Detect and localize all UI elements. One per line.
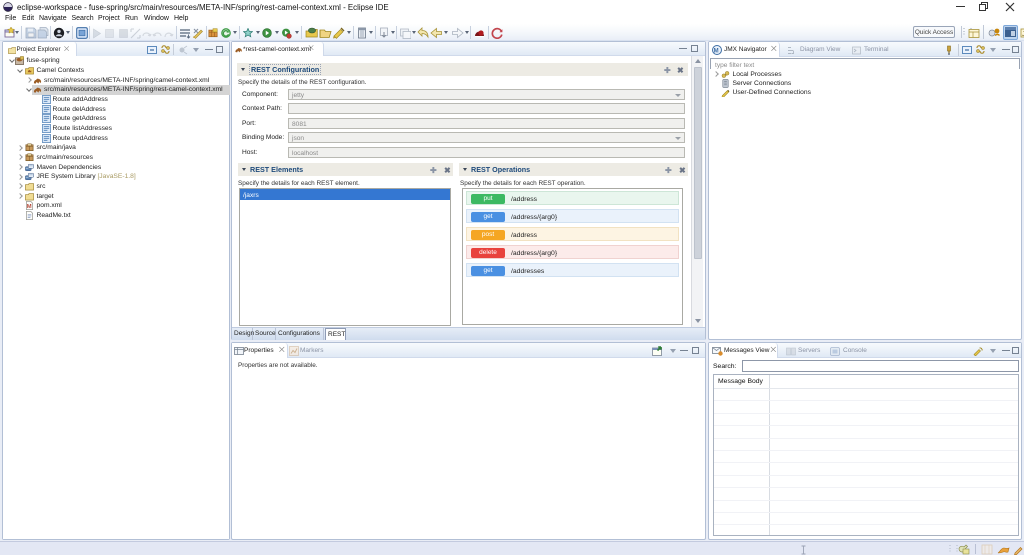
svg-text:M: M <box>26 204 31 210</box>
svg-text:M: M <box>714 48 719 54</box>
